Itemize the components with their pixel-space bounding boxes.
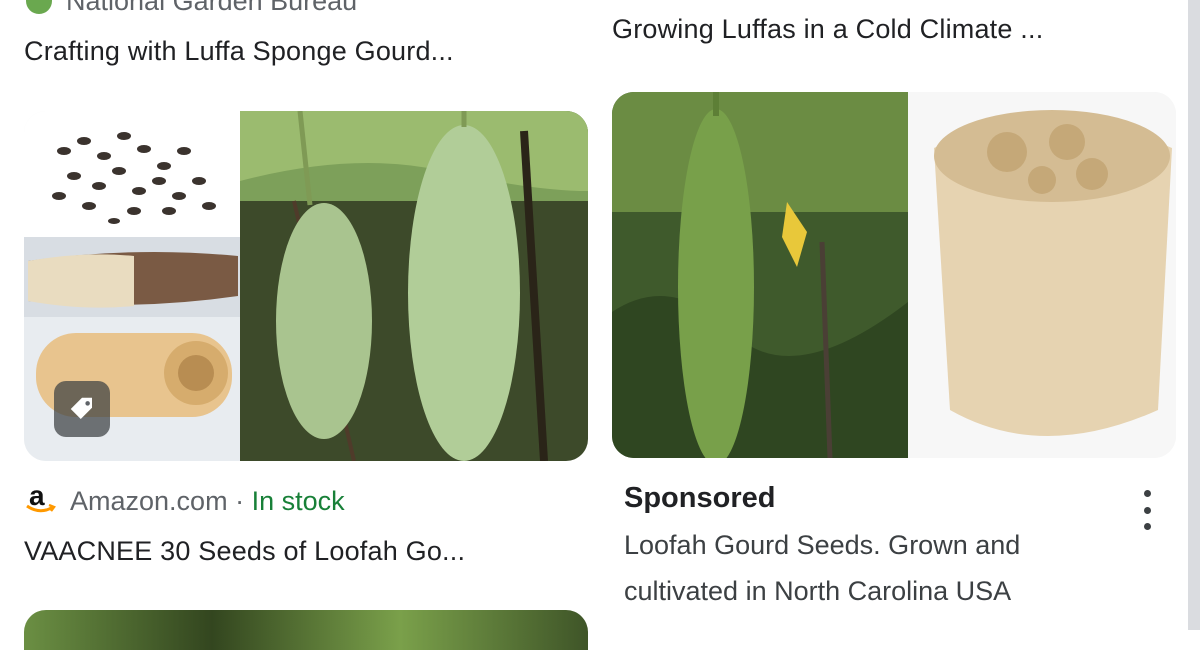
- scrollbar[interactable]: [1188, 0, 1200, 630]
- amazon-smile-icon: [26, 503, 56, 513]
- sponsored-label: Sponsored: [624, 482, 776, 514]
- tag-icon: [70, 397, 92, 419]
- amazon-product-title[interactable]: VAACNEE 30 Seeds of Loofah Go...: [24, 536, 465, 567]
- more-options-button[interactable]: [1134, 488, 1160, 532]
- top-left-source[interactable]: National Garden Bureau: [66, 0, 357, 17]
- top-left-title[interactable]: Crafting with Luffa Sponge Gourd...: [24, 36, 454, 67]
- sponsored-description-line-1[interactable]: Loofah Gourd Seeds. Grown and: [624, 530, 1020, 561]
- more-vert-icon-dot-3: [1143, 523, 1151, 530]
- tag-icon-button[interactable]: [54, 381, 110, 437]
- sponsored-description-line-2[interactable]: cultivated in North Carolina USA: [624, 576, 1011, 607]
- amazon-product-image[interactable]: [24, 111, 588, 461]
- availability-badge: In stock: [251, 486, 345, 516]
- loofah-plant-illustration: [612, 92, 1176, 458]
- amazon-source: Amazon.com: [70, 486, 228, 516]
- source-separator: ·: [227, 486, 252, 516]
- sponsored-product-image[interactable]: [612, 92, 1176, 458]
- amazon-source-line[interactable]: Amazon.com · In stock: [70, 486, 345, 517]
- top-right-title[interactable]: Growing Luffas in a Cold Climate ...: [612, 14, 1043, 45]
- amazon-logo: a: [24, 480, 56, 515]
- next-card-image[interactable]: [24, 610, 588, 650]
- nat-garden-avatar: [26, 0, 52, 14]
- more-vert-icon-dot-1: [1143, 490, 1151, 497]
- more-vert-icon-dot-2: [1143, 506, 1151, 514]
